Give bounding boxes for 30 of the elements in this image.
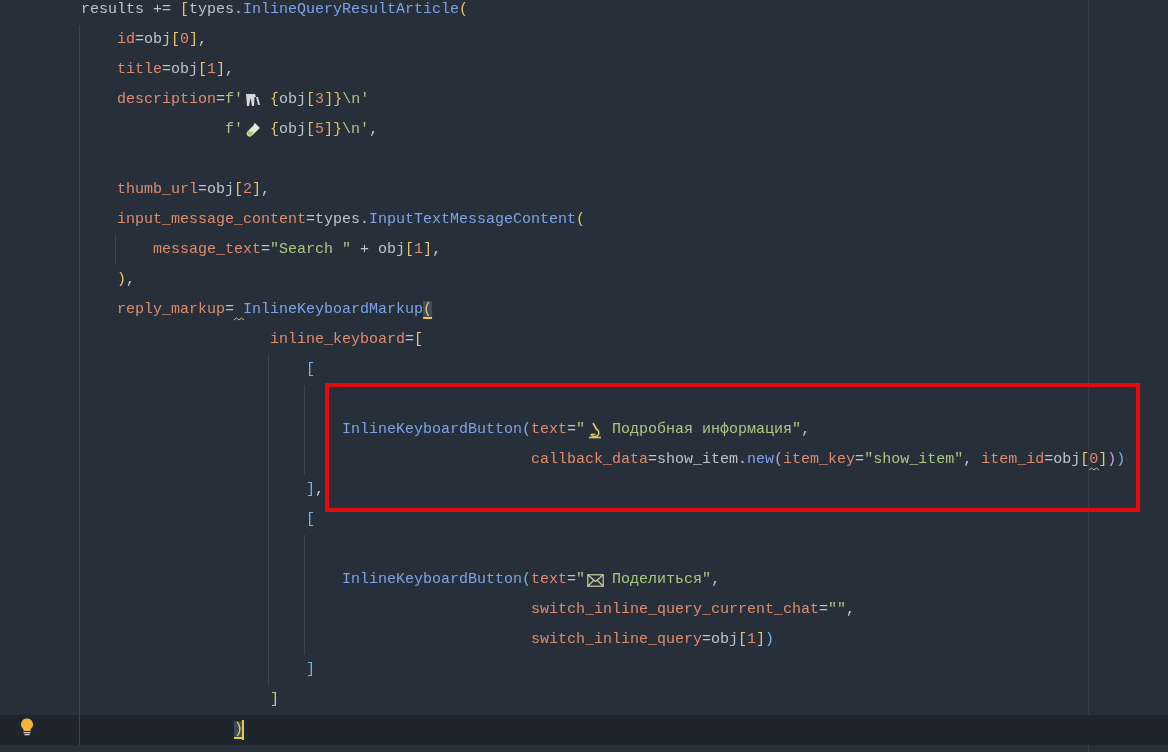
code-text: ], <box>306 479 325 500</box>
code-text: InlineKeyboardButton(text=" <box>342 569 586 590</box>
code-text: f' <box>225 119 243 140</box>
trousers-icon <box>245 93 262 107</box>
code-text: [ <box>306 509 315 530</box>
lightbulb-icon[interactable] <box>20 718 34 736</box>
code-text: description=f' <box>117 89 244 110</box>
code-text: [ <box>306 359 315 380</box>
code-text: Подробная информация", <box>612 419 811 440</box>
code-text: message_text="Search " + obj[1], <box>153 239 442 260</box>
code-text: ] <box>270 689 279 710</box>
code-text: thumb_url=obj[2], <box>117 179 271 200</box>
code-text: input_message_content=types.InputTextMessageContent( <box>117 209 586 230</box>
code-text: Поделиться", <box>612 569 721 590</box>
code-text: ] <box>306 659 315 680</box>
code-text: {obj[5]}\n', <box>270 119 379 140</box>
code-text: switch_inline_query_current_chat="", <box>531 599 856 620</box>
code-text: id=obj[0], <box>117 29 208 50</box>
envelope-icon <box>587 573 605 587</box>
code-text: reply_markup= InlineKeyboardMarkup( <box>117 299 433 320</box>
code-text: {obj[3]}\n' <box>270 89 370 110</box>
code-text: switch_inline_query=obj[1]) <box>531 629 775 650</box>
code-text: title=obj[1], <box>117 59 235 80</box>
code-text: callback_data=show_item.new(item_key="show_item", item_id=obj[0])) <box>531 449 1126 470</box>
code-text: ), <box>117 269 136 290</box>
code-text: InlineKeyboardButton(text=" <box>342 419 586 440</box>
code-text: inline_keyboard=[ <box>270 329 424 350</box>
microscope-icon <box>587 421 604 439</box>
test-tube-icon <box>245 122 261 138</box>
code-text: results += [types.InlineQueryResultArticle( <box>81 0 469 20</box>
